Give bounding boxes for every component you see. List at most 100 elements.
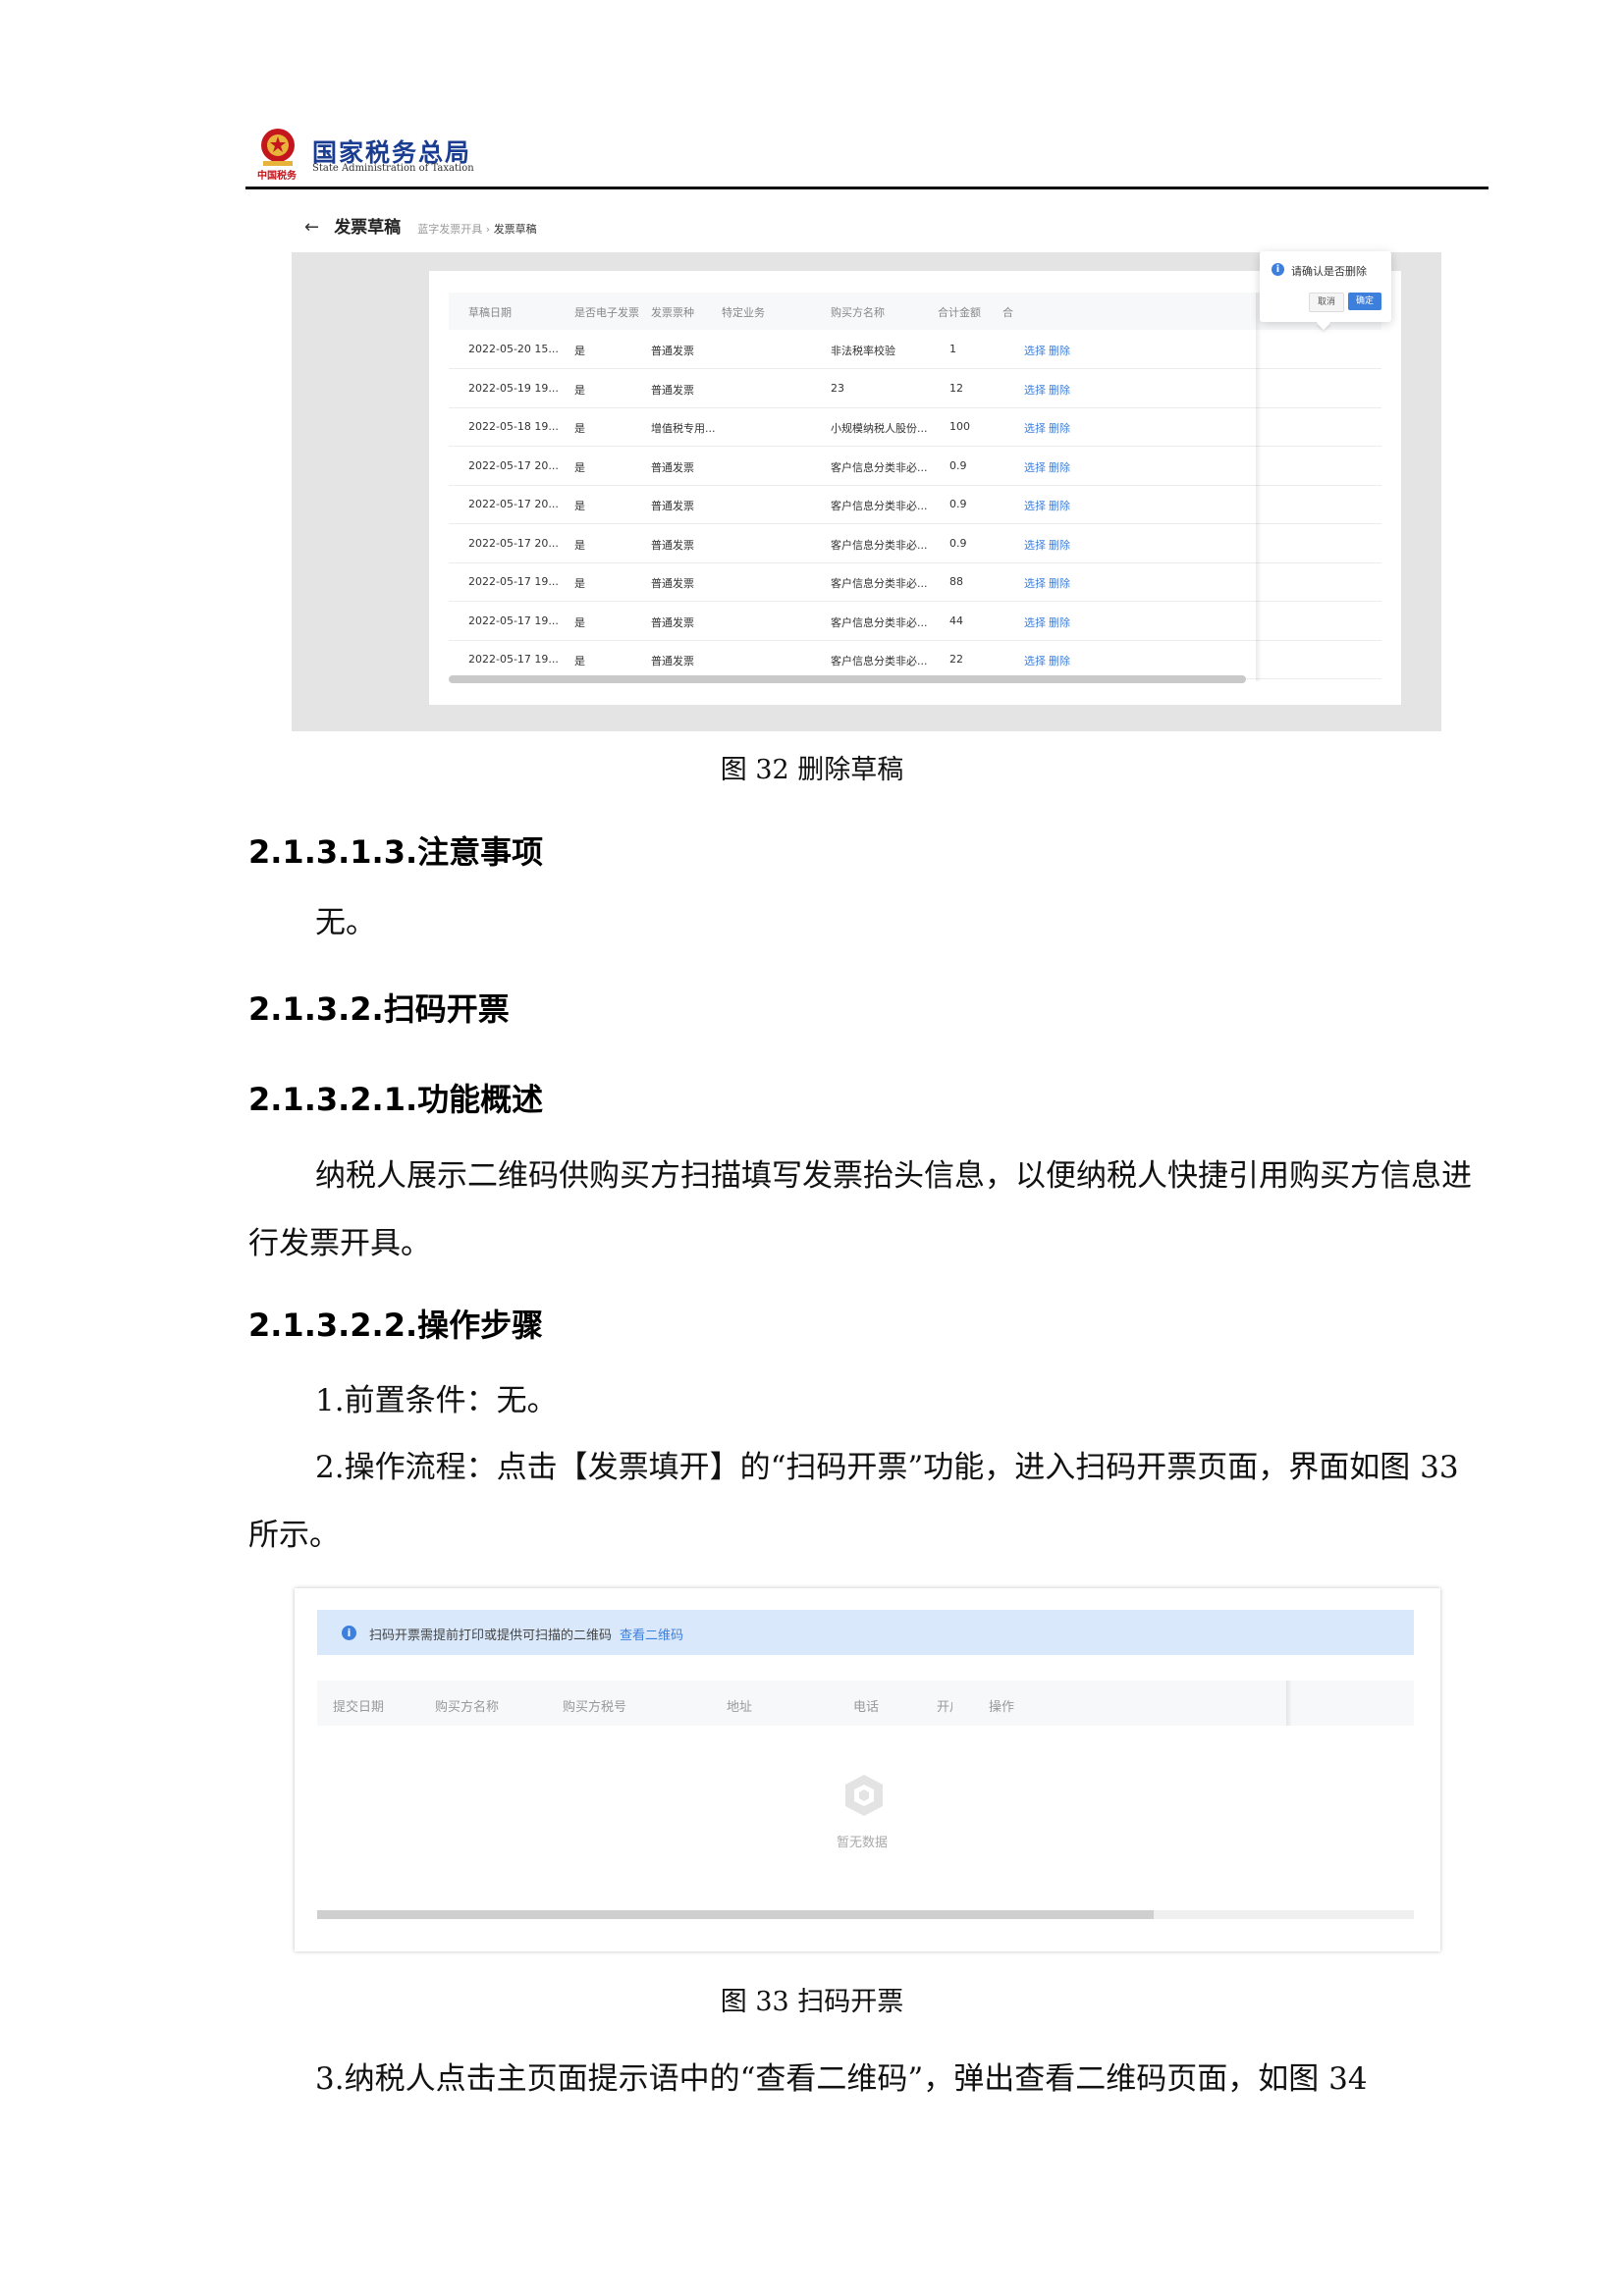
table-cell: 是 xyxy=(574,460,585,474)
table-cell: 非法税率校验 xyxy=(831,345,895,357)
table-cell: 普通发票 xyxy=(651,615,694,629)
table-cell: 2022-05-20 15... xyxy=(468,343,559,355)
delete-link[interactable]: 删除 xyxy=(1049,343,1070,358)
table-cell: 12 xyxy=(949,381,963,395)
table-cell: 44 xyxy=(949,614,963,627)
fixed-column-shadow xyxy=(1256,293,1262,681)
delete-link[interactable]: 删除 xyxy=(1049,420,1070,436)
column-header: 操作 xyxy=(989,1700,1015,1715)
table-row: 2022-05-17 19... 是 普通发票 客户信息分类非必... 22 选择 删除 xyxy=(449,640,1381,679)
table-cell: 普通发票 xyxy=(651,500,694,512)
table-row: 2022-05-17 19... 是 普通发票 客户信息分类非必... 88 选择 删除 xyxy=(449,562,1381,602)
select-link[interactable]: 选择 xyxy=(1024,498,1046,513)
table-cell: 是 xyxy=(574,345,585,357)
emblem-icon xyxy=(261,129,295,166)
table-row: 2022-05-17 20... 是 普通发票 客户信息分类非必... 0.9 选择 删除 xyxy=(449,485,1381,524)
table-cell: 0.9 xyxy=(949,458,967,472)
column-header: 购买方名称 xyxy=(435,1700,500,1715)
select-link[interactable]: 选择 xyxy=(1024,614,1046,630)
horizontal-scrollbar[interactable] xyxy=(449,675,1246,683)
table-cell: 2022-05-19 19... xyxy=(468,381,559,395)
column-header: 合计金额 xyxy=(938,306,981,319)
header-divider xyxy=(245,187,1489,189)
table-cell: 是 xyxy=(574,655,585,667)
table-cell: 0.9 xyxy=(949,498,967,510)
table-cell: 小规模纳税人股份... xyxy=(831,422,928,435)
delete-link[interactable]: 删除 xyxy=(1049,459,1070,475)
empty-state-text: 暂无数据 xyxy=(837,1836,889,1850)
delete-link[interactable]: 删除 xyxy=(1049,537,1070,553)
table-cell: 88 xyxy=(949,575,963,588)
delete-link[interactable]: 删除 xyxy=(1049,614,1070,630)
section-heading: 2.1.3.2.2.操作步骤 xyxy=(248,1307,544,1344)
table-cell: 1 xyxy=(949,343,956,355)
chevron-right-icon: › xyxy=(485,223,494,236)
column-header: 购买方名称 xyxy=(831,306,885,319)
delete-link[interactable]: 删除 xyxy=(1049,382,1070,398)
view-qrcode-link[interactable]: 查看二维码 xyxy=(620,1629,683,1643)
table-cell: 23 xyxy=(831,381,844,395)
delete-link[interactable]: 删除 xyxy=(1049,653,1070,668)
confirm-button[interactable]: 确定 xyxy=(1348,293,1381,310)
breadcrumb-item[interactable]: 蓝字发票开具 xyxy=(417,223,482,236)
confirm-message: 请确认是否删除 xyxy=(1291,265,1367,278)
table-cell: 是 xyxy=(574,383,585,397)
table-cell: 是 xyxy=(574,615,585,629)
select-link[interactable]: 选择 xyxy=(1024,382,1046,398)
table-cell: 客户信息分类非必... xyxy=(831,460,928,474)
alert-text: 扫码开票需提前打印或提供可扫描的二维码 查看二维码 xyxy=(369,1629,684,1643)
horizontal-scrollbar[interactable] xyxy=(317,1910,1154,1919)
column-header: 发票票种 xyxy=(651,306,694,319)
table-cell: 是 xyxy=(574,577,585,590)
select-link[interactable]: 选择 xyxy=(1024,420,1046,436)
table-row: 2022-05-18 19... 是 增值税专用... 小规模纳税人股份... 100 选… xyxy=(449,407,1381,447)
paragraph: 3.纳税人点击主页面提示语中的“查看二维码”，弹出查看二维码页面，如图 34 xyxy=(315,2061,1368,2097)
table-row: 2022-05-19 19... 是 普通发票 23 12 选择 删除 xyxy=(449,369,1381,408)
table-cell: 普通发票 xyxy=(651,538,694,552)
table-cell: 客户信息分类非必... xyxy=(831,655,928,667)
scan-invoice-screenshot: i 扫码开票需提前打印或提供可扫描的二维码 查看二维码 提交日期 购买方名称 购买… xyxy=(295,1588,1440,1951)
org-sub-label: 中国税务 xyxy=(257,171,297,182)
table-cell: 2022-05-17 19... xyxy=(468,614,559,627)
table-cell: 2022-05-17 20... xyxy=(468,536,559,550)
column-header: 地址 xyxy=(727,1700,753,1715)
figure-caption: 图 32 删除草稿 xyxy=(720,755,904,785)
select-link[interactable]: 选择 xyxy=(1024,459,1046,475)
column-header: 电话 xyxy=(853,1700,880,1715)
table-row: 2022-05-17 20... 是 普通发票 客户信息分类非必... 0.9 选择 删除 xyxy=(449,524,1381,563)
fixed-column-shadow xyxy=(1286,1681,1292,1726)
table-cell: 2022-05-17 20... xyxy=(468,458,559,472)
section-heading: 2.1.3.2.扫码开票 xyxy=(248,990,510,1028)
column-header: 购买方税号 xyxy=(563,1700,627,1715)
table-header: 草稿日期 是否电子发票 发票票种 特定业务 购买方名称 合计金额 合 xyxy=(449,293,1381,330)
breadcrumb: 蓝字发票开具 › 发票草稿 xyxy=(417,223,536,236)
table-row: 2022-05-17 19... 是 普通发票 客户信息分类非必... 44 选择 删除 xyxy=(449,602,1381,641)
paragraph: 纳税人展示二维码供购买方扫描填写发票抬头信息，以便纳税人快捷引用购买方信息进行发… xyxy=(248,1158,1472,1261)
select-link[interactable]: 选择 xyxy=(1024,575,1046,591)
select-link[interactable]: 选择 xyxy=(1024,653,1046,668)
table-cell: 2022-05-17 19... xyxy=(468,653,559,666)
delete-link[interactable]: 删除 xyxy=(1049,575,1070,591)
figure-caption: 图 33 扫码开票 xyxy=(720,1987,904,2017)
org-name-en: State Administration of Taxation xyxy=(312,163,474,174)
table-cell: 2022-05-17 20... xyxy=(468,498,559,510)
select-link[interactable]: 选择 xyxy=(1024,537,1046,553)
table-cell: 增值税专用... xyxy=(651,422,716,435)
delete-link[interactable]: 删除 xyxy=(1049,498,1070,513)
table-cell: 100 xyxy=(949,420,970,433)
table-cell: 普通发票 xyxy=(651,655,694,667)
select-link[interactable]: 选择 xyxy=(1024,343,1046,358)
arrow-left-icon[interactable]: ← xyxy=(304,217,319,238)
table-cell: 2022-05-18 19... xyxy=(468,420,559,433)
paragraph: 2.操作流程：点击【发票填开】的“扫码开票”功能，进入扫码开票页面，界面如图 3… xyxy=(248,1450,1459,1553)
column-header: 提交日期 xyxy=(333,1700,385,1715)
table-cell: 普通发票 xyxy=(651,383,694,397)
cancel-button[interactable]: 取消 xyxy=(1309,293,1344,312)
table-cell: 客户信息分类非必... xyxy=(831,500,928,512)
empty-box-icon xyxy=(845,1775,883,1816)
table-header: 提交日期 购买方名称 购买方税号 地址 电话 开户 操作 xyxy=(317,1681,1414,1726)
column-header: 开户 xyxy=(937,1700,952,1715)
column-header: 是否电子发票 xyxy=(574,306,639,319)
table-cell: 是 xyxy=(574,538,585,552)
table-cell: 客户信息分类非必... xyxy=(831,577,928,590)
